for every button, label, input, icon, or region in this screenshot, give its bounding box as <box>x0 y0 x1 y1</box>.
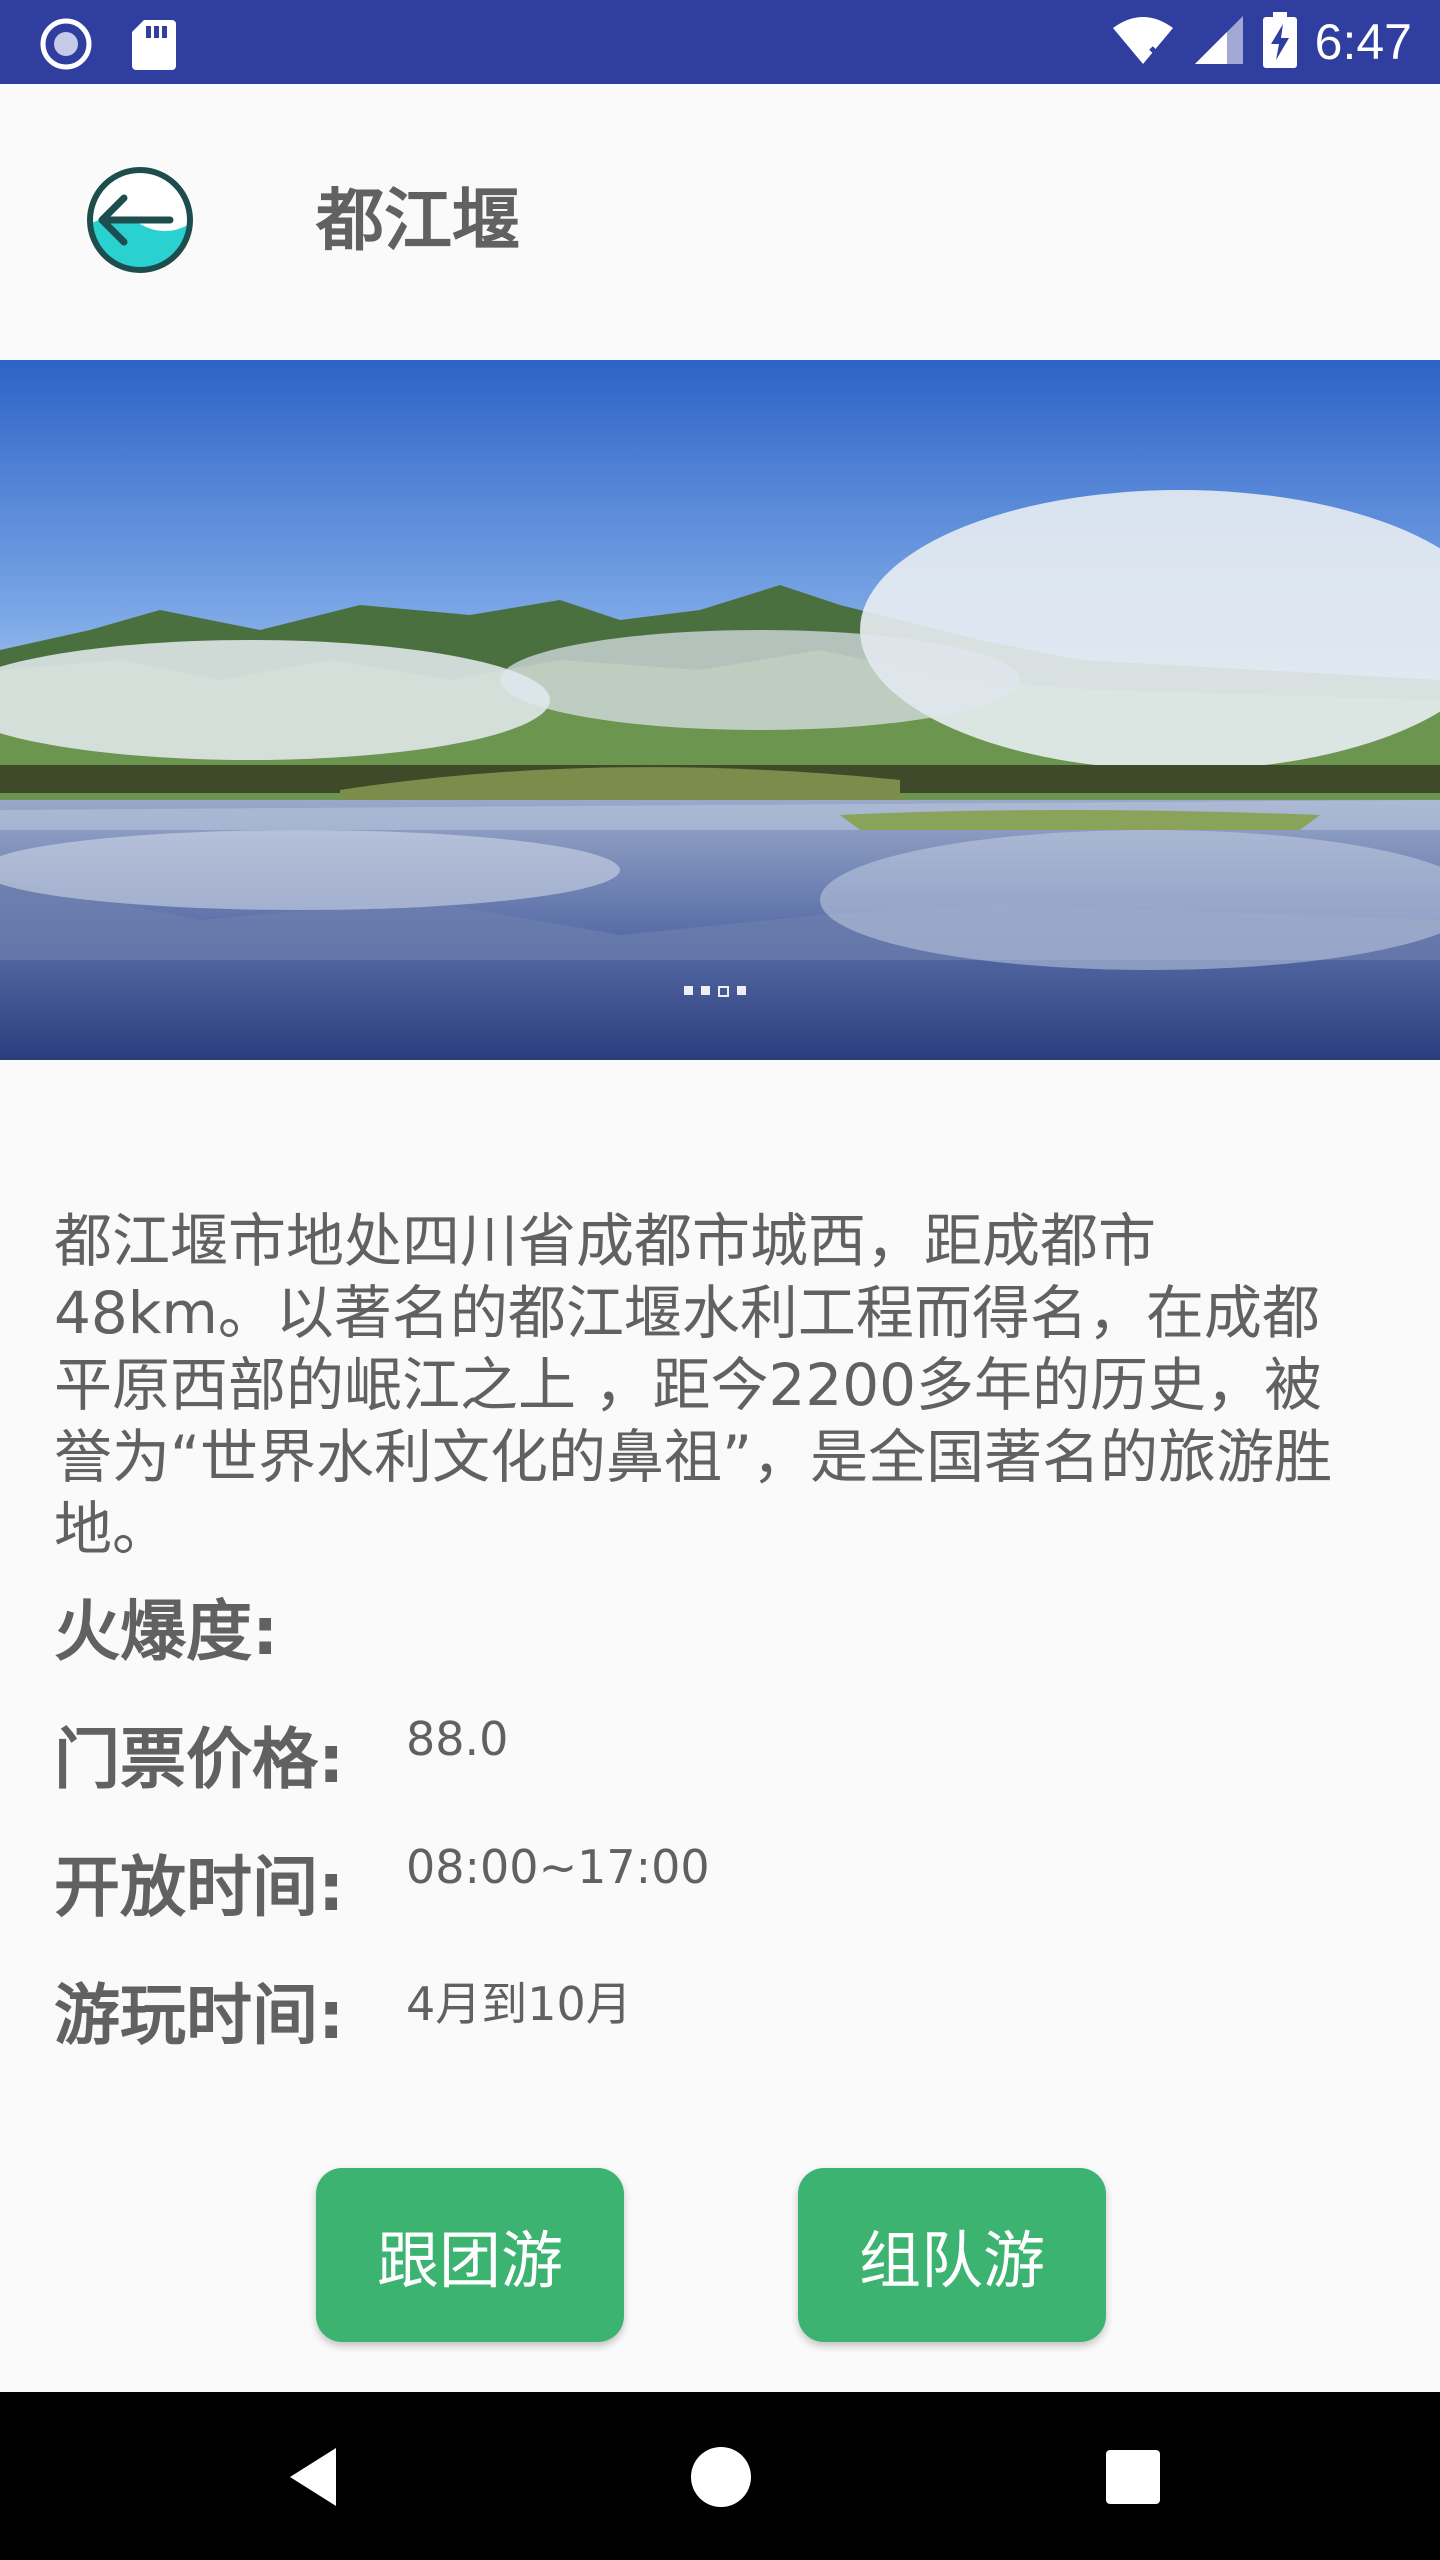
page-title: 都江堰 <box>316 182 521 261</box>
season-row: 游玩时间: 4月到10月 <box>54 1976 632 2056</box>
back-triangle-icon[interactable] <box>282 2442 352 2512</box>
hours-row: 开放时间: 08:00~17:00 <box>54 1840 710 1928</box>
hours-value: 08:00~17:00 <box>406 1840 710 1894</box>
banner-carousel[interactable] <box>0 360 1440 1060</box>
group-tour-button[interactable]: 跟团游 <box>316 2168 624 2342</box>
price-label: 门票价格: <box>54 1721 345 1798</box>
season-value: 4月到10月 <box>406 1977 632 2031</box>
banner-image <box>0 360 1440 1060</box>
description-text: 都江堰市地处四川省成都市城西，距成都市48km。以著名的都江堰水利工程而得名，在… <box>54 1207 1333 1563</box>
popularity-row: 火爆度: <box>54 1592 278 1672</box>
carousel-dot[interactable] <box>701 986 710 995</box>
app-bar: 都江堰 <box>0 84 1440 360</box>
wifi-icon <box>1111 14 1175 70</box>
carousel-dot-active[interactable] <box>718 986 729 997</box>
back-arrow-icon <box>87 167 193 273</box>
status-bar: 6:47 <box>0 0 1440 84</box>
home-circle-icon[interactable] <box>686 2442 756 2512</box>
radio-icon <box>40 18 92 74</box>
carousel-dot[interactable] <box>737 986 746 995</box>
sd-card-icon <box>132 18 176 74</box>
team-tour-button[interactable]: 组队游 <box>798 2168 1106 2342</box>
signal-icon <box>1193 14 1245 70</box>
status-time: 6:47 <box>1314 14 1412 70</box>
popularity-label: 火爆度: <box>54 1593 279 1670</box>
recents-square-icon[interactable] <box>1098 2442 1168 2512</box>
back-button[interactable] <box>84 164 196 276</box>
carousel-indicator <box>684 986 746 997</box>
navigation-bar <box>0 2392 1440 2560</box>
season-label: 游玩时间: <box>54 1977 345 2054</box>
price-value: 88.0 <box>406 1712 509 1766</box>
carousel-dot[interactable] <box>684 986 693 995</box>
battery-charging-icon <box>1262 12 1297 72</box>
price-row: 门票价格: 88.0 <box>54 1712 508 1800</box>
hours-label: 开放时间: <box>54 1849 345 1926</box>
